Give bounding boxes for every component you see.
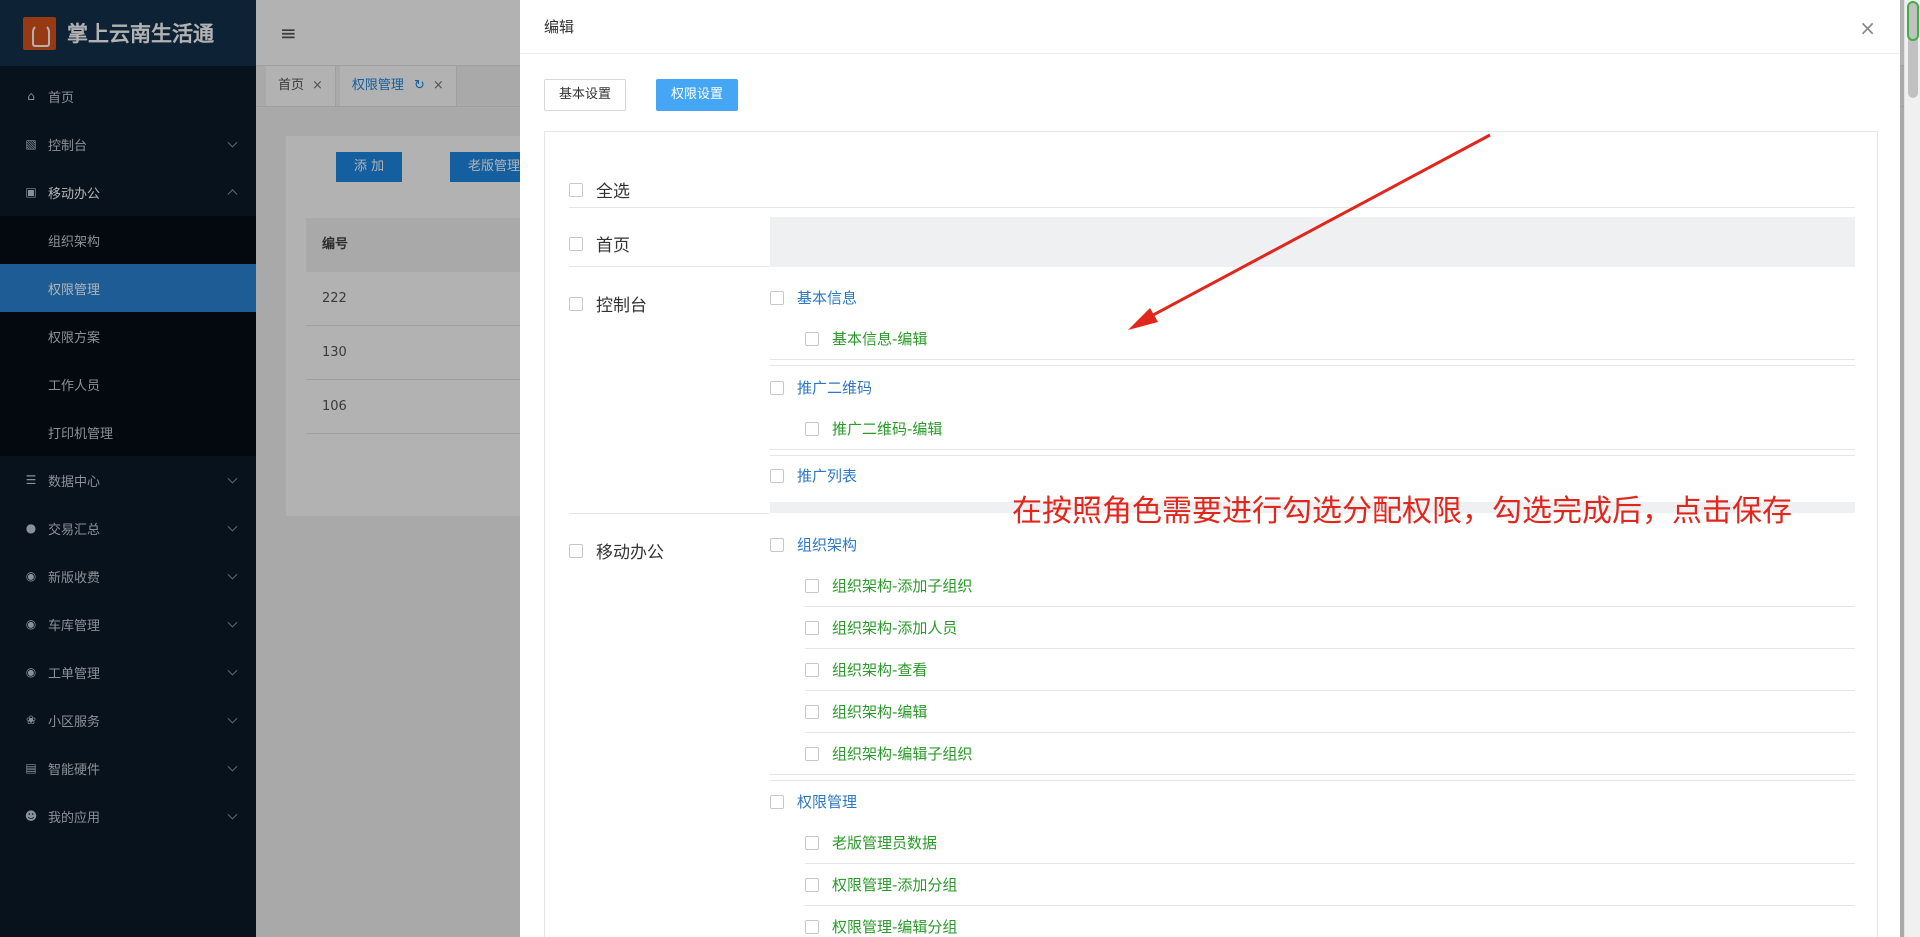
annotation-text: 在按照角色需要进行勾选分配权限，勾选完成后，点击保存	[1012, 494, 1792, 529]
scrollbar[interactable]	[1904, 0, 1920, 937]
annotation-arrow	[1128, 133, 1491, 330]
scroll-indicator	[1907, 1, 1919, 41]
